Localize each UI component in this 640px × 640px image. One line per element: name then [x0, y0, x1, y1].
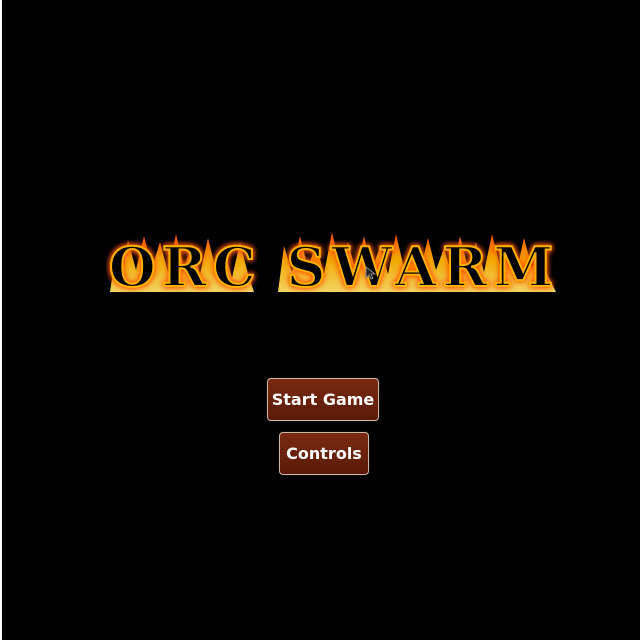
- game-screen: ORC SWARM Start Game Controls: [2, 0, 640, 640]
- game-title-text: ORC SWARM: [109, 235, 559, 299]
- controls-button[interactable]: Controls: [279, 432, 369, 475]
- game-title-logo: ORC SWARM: [106, 222, 562, 304]
- start-game-button[interactable]: Start Game: [267, 378, 379, 421]
- cursor-icon: [365, 266, 377, 280]
